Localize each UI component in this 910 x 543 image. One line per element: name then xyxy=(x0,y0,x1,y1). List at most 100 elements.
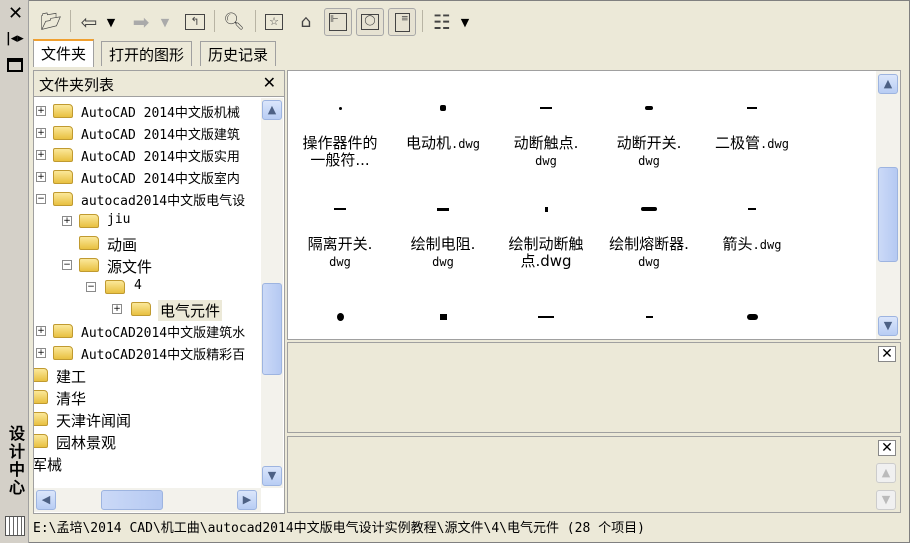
tree-view-toggle[interactable]: ⊩ xyxy=(324,8,352,36)
views-button[interactable]: ☷ xyxy=(428,8,456,36)
tree-item[interactable]: + 电气元件 xyxy=(34,298,260,321)
tree-item[interactable]: 动画 xyxy=(34,232,260,254)
content-vertical-scrollbar[interactable]: ▲ ▼ xyxy=(876,71,900,339)
drawing-item[interactable]: 绘制电阻. dwg xyxy=(391,236,495,271)
scroll-up-button[interactable]: ▲ xyxy=(878,74,898,94)
item-ext: dwg xyxy=(535,154,557,168)
small-symbol-icon[interactable] xyxy=(645,316,653,318)
views-dropdown[interactable]: ▼ xyxy=(458,8,472,36)
drawing-item[interactable]: 二极管.dwg xyxy=(700,135,804,153)
tree-item[interactable]: 军械 xyxy=(34,452,260,474)
folder-icon xyxy=(34,412,48,426)
circle-symbol-icon[interactable] xyxy=(336,313,344,321)
scroll-thumb[interactable] xyxy=(101,490,163,510)
up-button[interactable]: ↰ xyxy=(182,8,208,36)
tree-horizontal-scrollbar[interactable]: ◀ ▶ xyxy=(34,488,261,512)
tree-item[interactable]: + AutoCAD2014中文版建筑水 xyxy=(34,320,260,342)
collapse-icon[interactable]: − xyxy=(36,194,46,204)
expand-icon[interactable]: + xyxy=(36,348,46,358)
palette-titlebar[interactable]: ✕ |◂▸ 设计中心 xyxy=(0,0,29,543)
preview-button[interactable]: ◯ xyxy=(356,8,384,36)
tree-icon: ⊩ xyxy=(329,13,347,31)
close-description-icon[interactable]: ✕ xyxy=(878,440,896,456)
grip-icon[interactable] xyxy=(5,516,25,536)
expand-icon[interactable]: + xyxy=(36,128,46,138)
back-button[interactable]: ⇦ xyxy=(76,8,102,36)
tree-item[interactable]: + AutoCAD 2014中文版实用 xyxy=(34,144,260,166)
arrow-symbol-icon[interactable] xyxy=(748,208,756,210)
drawing-item[interactable]: 操作器件的 一般符... xyxy=(288,135,392,169)
description-button[interactable]: ≡ xyxy=(388,8,416,36)
tree-item[interactable]: 清华 xyxy=(34,386,260,408)
tree-item[interactable]: + AutoCAD2014中文版精彩百 xyxy=(34,342,260,364)
drawing-item[interactable]: 隔离开关. dwg xyxy=(288,236,392,271)
expand-icon[interactable]: + xyxy=(36,172,46,182)
tree-item[interactable]: − 源文件 xyxy=(34,254,260,276)
double-symbol-icon[interactable] xyxy=(746,314,758,320)
expand-icon[interactable]: + xyxy=(36,106,46,116)
drawing-item[interactable]: 箭头.dwg xyxy=(700,236,804,254)
tree-item[interactable]: 建工 xyxy=(34,364,260,386)
dot-symbol-icon[interactable] xyxy=(544,206,548,212)
scroll-thumb[interactable] xyxy=(878,167,898,262)
load-button[interactable]: 📂︎ xyxy=(38,8,64,36)
auto-hide-icon[interactable]: |◂▸ xyxy=(6,31,24,46)
scroll-up-button[interactable]: ▲ xyxy=(262,100,282,120)
collapse-icon[interactable]: − xyxy=(62,260,72,270)
tab-folders[interactable]: 文件夹 xyxy=(33,39,95,67)
resistor-symbol-icon[interactable] xyxy=(437,207,449,211)
close-icon[interactable]: ✕ xyxy=(8,3,23,24)
back-dropdown[interactable]: ▼ xyxy=(104,8,118,36)
drawing-item[interactable]: 动断开关. dwg xyxy=(597,135,701,170)
expand-icon[interactable]: + xyxy=(112,304,122,314)
scroll-thumb[interactable] xyxy=(262,283,282,375)
tree-item[interactable]: − autocad2014中文版电气设 xyxy=(34,188,260,210)
forward-button[interactable]: ➡ xyxy=(128,8,154,36)
tree-item[interactable]: + AutoCAD 2014中文版机械 xyxy=(34,100,260,122)
collapse-icon[interactable]: − xyxy=(86,282,96,292)
scroll-down-button[interactable]: ▼ xyxy=(876,490,896,510)
tree-item[interactable]: 天津许闻闻 xyxy=(34,408,260,430)
favorites-button[interactable]: ☆ xyxy=(261,8,287,36)
tree-item[interactable]: −4 xyxy=(34,276,260,298)
drawing-item[interactable]: 电动机.dwg xyxy=(391,135,495,153)
tree-item[interactable]: + jiu xyxy=(34,210,260,232)
fuse-symbol-icon[interactable] xyxy=(641,207,657,211)
scroll-up-button[interactable]: ▲ xyxy=(876,463,896,483)
close-preview-icon[interactable]: ✕ xyxy=(878,346,896,362)
item-ext: .dwg xyxy=(752,238,782,252)
tree-vertical-scrollbar[interactable]: ▲ ▼ xyxy=(261,98,283,488)
forward-dropdown[interactable]: ▼ xyxy=(158,8,172,36)
scroll-down-button[interactable]: ▼ xyxy=(878,316,898,336)
scroll-left-button[interactable]: ◀ xyxy=(36,490,56,510)
expand-icon[interactable]: + xyxy=(62,216,72,226)
properties-icon[interactable] xyxy=(7,58,23,72)
scroll-right-button[interactable]: ▶ xyxy=(237,490,257,510)
bars-symbol-icon[interactable] xyxy=(439,314,447,320)
close-folder-list-icon[interactable]: ✕ xyxy=(263,73,276,92)
item-ext: 一般符... xyxy=(310,151,370,169)
tree-item[interactable]: + AutoCAD 2014中文版建筑 xyxy=(34,122,260,144)
expand-icon[interactable]: + xyxy=(36,326,46,336)
tree-item[interactable]: 园林景观 xyxy=(34,430,260,452)
cross-symbol-icon[interactable] xyxy=(338,106,342,110)
drawing-item[interactable]: 绘制动断触 点.dwg xyxy=(494,236,598,270)
tab-history[interactable]: 历史记录 xyxy=(200,41,277,66)
diode-symbol-icon[interactable] xyxy=(747,107,757,109)
arrow-right-icon: ➡ xyxy=(132,10,150,34)
expand-icon[interactable]: + xyxy=(36,150,46,160)
tree-item[interactable]: + AutoCAD 2014中文版室内 xyxy=(34,166,260,188)
scroll-down-button[interactable]: ▼ xyxy=(262,466,282,486)
item-name: 电动机 xyxy=(406,134,452,152)
isolator-symbol-icon[interactable] xyxy=(334,208,346,210)
contact2-symbol-icon[interactable] xyxy=(538,316,554,318)
motor-symbol-icon[interactable] xyxy=(440,105,446,111)
switch-symbol-icon[interactable] xyxy=(645,106,653,110)
search-button[interactable]: 🔍︎ xyxy=(220,8,248,36)
tab-open-drawings[interactable]: 打开的图形 xyxy=(101,41,193,66)
drawing-item[interactable]: 绘制熔断器. dwg xyxy=(597,236,701,271)
tree-item-label: 清华 xyxy=(56,390,87,408)
drawing-item[interactable]: 动断触点. dwg xyxy=(494,135,598,170)
contact-symbol-icon[interactable] xyxy=(540,107,552,109)
home-button[interactable]: ⌂ xyxy=(293,8,319,36)
